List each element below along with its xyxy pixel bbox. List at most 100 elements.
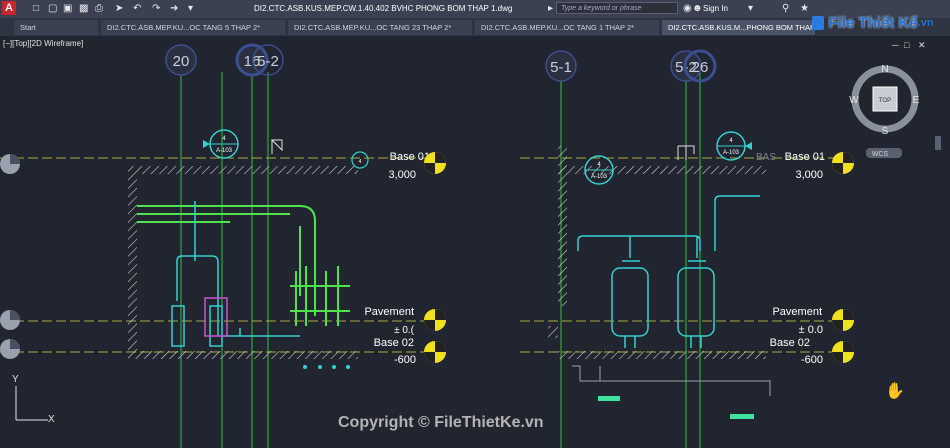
svg-text:26: 26: [692, 59, 709, 76]
viewcube-face[interactable]: TOP: [879, 98, 891, 104]
section-marker: 4: [351, 151, 369, 169]
section-marker: 4 A-103: [716, 131, 752, 161]
pipe-supports: [303, 365, 350, 369]
slab-bottom-right: [558, 351, 766, 359]
svg-text:Pavement: Pavement: [772, 306, 822, 318]
grid-bubble: 5-2: [252, 44, 284, 76]
svg-text:20: 20: [173, 53, 190, 70]
grid-bubble: 20: [165, 44, 197, 76]
dropdown-icon[interactable]: ▾: [748, 3, 753, 14]
svg-text:Base 01: Base 01: [390, 151, 430, 163]
navigation-wheel-icon[interactable]: [0, 154, 20, 174]
search-expand-icon[interactable]: ▸: [548, 3, 553, 14]
level-marker: Base 02 -600: [374, 337, 446, 366]
svg-text:A-103: A-103: [723, 150, 740, 156]
customize-arrow-icon[interactable]: ▾: [188, 3, 193, 14]
user-icon[interactable]: ☻: [692, 3, 703, 14]
section-marker: 4 A-103: [203, 129, 239, 159]
svg-text:5-1: 5-1: [550, 59, 572, 76]
redo-icon[interactable]: ↷: [152, 3, 160, 14]
svg-text:± 0.0: ± 0.0: [799, 324, 823, 336]
grid-bubble: 5-1: [545, 50, 577, 82]
level-marker: Base 01 3,000: [388, 151, 446, 181]
tab-label: Start: [20, 23, 36, 32]
pan-hand-cursor-icon: ✋: [885, 381, 905, 400]
svg-text:Y: Y: [12, 374, 19, 385]
level-marker: Base 02 -600: [770, 337, 854, 366]
pipe-network-right: [577, 195, 760, 348]
copyright-watermark: Copyright © FileThietKe.vn: [338, 414, 544, 431]
undo-icon[interactable]: ↶: [133, 3, 141, 14]
wall-stub: [548, 326, 558, 338]
svg-text:± 0.(: ± 0.(: [394, 325, 415, 336]
binoculars-icon[interactable]: ◉: [683, 3, 692, 14]
plot-icon[interactable]: ⎙: [95, 3, 103, 14]
tab-document[interactable]: DI2.CTC.ASB.MEP.KU...OC TANG 23 THAP 2*: [288, 20, 472, 35]
section-marker: 4 A-103: [584, 155, 614, 185]
sign-in-link[interactable]: Sign In: [703, 4, 728, 13]
cart-icon[interactable]: ⚲: [782, 3, 789, 14]
wcs-menu[interactable]: WCS: [872, 151, 889, 158]
new-file-icon[interactable]: □: [33, 3, 39, 14]
svg-text:A-103: A-103: [216, 148, 233, 154]
svg-text:Base 01: Base 01: [785, 151, 825, 163]
document-title: DI2.CTC.ASB.KUS.MEP.CW.1.40.402 BVHC PHO…: [254, 4, 513, 13]
slab-top-left: [128, 166, 358, 174]
svg-text:Base 02: Base 02: [770, 337, 810, 349]
tab-start[interactable]: Start: [14, 20, 98, 35]
ucs-icon: Y X: [12, 374, 55, 425]
svg-text:5-2: 5-2: [257, 53, 279, 70]
drawing-viewport[interactable]: [−][Top][2D Wireframe] ─ □ ✕ 20 16 5-2 5…: [0, 36, 950, 448]
compass-north[interactable]: N: [881, 64, 888, 75]
brand-domain: .vn: [917, 16, 934, 29]
share-icon[interactable]: ➜: [170, 3, 178, 14]
svg-text:A-103: A-103: [591, 174, 608, 180]
tab-document[interactable]: DI2.CTC.ASB.MEP.KU...OC TANG 5 THAP 2*: [101, 20, 285, 35]
compass-south[interactable]: S: [882, 126, 889, 137]
grid-lines: [180, 72, 701, 448]
compass-east[interactable]: E: [913, 95, 920, 106]
svg-text:-600: -600: [801, 354, 823, 366]
pipe-network-left: [137, 205, 350, 326]
brand-watermark: File Thiết Kế.vn: [812, 14, 950, 34]
foundation-lines: [572, 365, 771, 396]
app-logo[interactable]: A: [2, 1, 16, 15]
level-marker: Pavement ± 0.(: [364, 306, 446, 336]
compass-west[interactable]: W: [849, 95, 859, 106]
wall-left: [128, 174, 137, 351]
tab-document-active[interactable]: DI2.CTC.ASB.KUS.M...PHONG BOM THAP: [662, 20, 815, 35]
pointer-icon[interactable]: ➤: [115, 3, 123, 14]
svg-text:3,000: 3,000: [388, 169, 416, 181]
tab-document[interactable]: DI2.CTC.ASB.MEP.KU...OC TANG 1 THAP 2*: [475, 20, 659, 35]
viewcube[interactable]: TOP N S W E WCS: [849, 64, 920, 158]
document-tab-bar: Start DI2.CTC.ASB.MEP.KU...OC TANG 5 THA…: [0, 18, 950, 36]
svg-text:-600: -600: [394, 354, 416, 366]
search-input[interactable]: Type a keyword or phrase: [556, 2, 678, 14]
section-flags: [270, 139, 695, 160]
save-icon[interactable]: ▣: [63, 3, 72, 14]
svg-text:3,000: 3,000: [795, 169, 823, 181]
level-marker: Base 01 3,000: [785, 151, 854, 181]
svg-text:4: 4: [729, 138, 733, 144]
svg-text:Pavement: Pavement: [364, 306, 414, 318]
magenta-equipment: [204, 297, 228, 337]
tab-label: DI2.CTC.ASB.MEP.KU...OC TANG 1 THAP 2*: [481, 23, 635, 32]
scrollbar-thumb[interactable]: [935, 136, 941, 150]
title-bar: A □ ▢ ▣ ▩ ⎙ ➤ ↶ ↷ ➜ ▾ DI2.CTC.ASB.KUS.ME…: [0, 0, 950, 18]
svg-text:4: 4: [359, 159, 362, 165]
wall-right: [558, 146, 567, 306]
svg-text:4: 4: [222, 136, 226, 142]
exchange-icon[interactable]: ★: [800, 3, 809, 14]
svg-text:Base 02: Base 02: [374, 337, 414, 349]
save-as-icon[interactable]: ▩: [79, 3, 88, 14]
tab-label: DI2.CTC.ASB.KUS.M...PHONG BOM THAP: [668, 23, 815, 32]
navigation-wheel-icon[interactable]: [0, 339, 20, 359]
navigation-wheel-icon[interactable]: [0, 310, 20, 330]
equipment-pad: [730, 414, 754, 419]
level-marker: Pavement ± 0.0: [772, 306, 854, 336]
side-text: BAS: [756, 152, 776, 163]
slab-bottom-left: [128, 351, 358, 359]
equipment-pad: [598, 396, 620, 401]
tab-label: DI2.CTC.ASB.MEP.KU...OC TANG 5 THAP 2*: [107, 23, 261, 32]
open-folder-icon[interactable]: ▢: [48, 3, 57, 14]
